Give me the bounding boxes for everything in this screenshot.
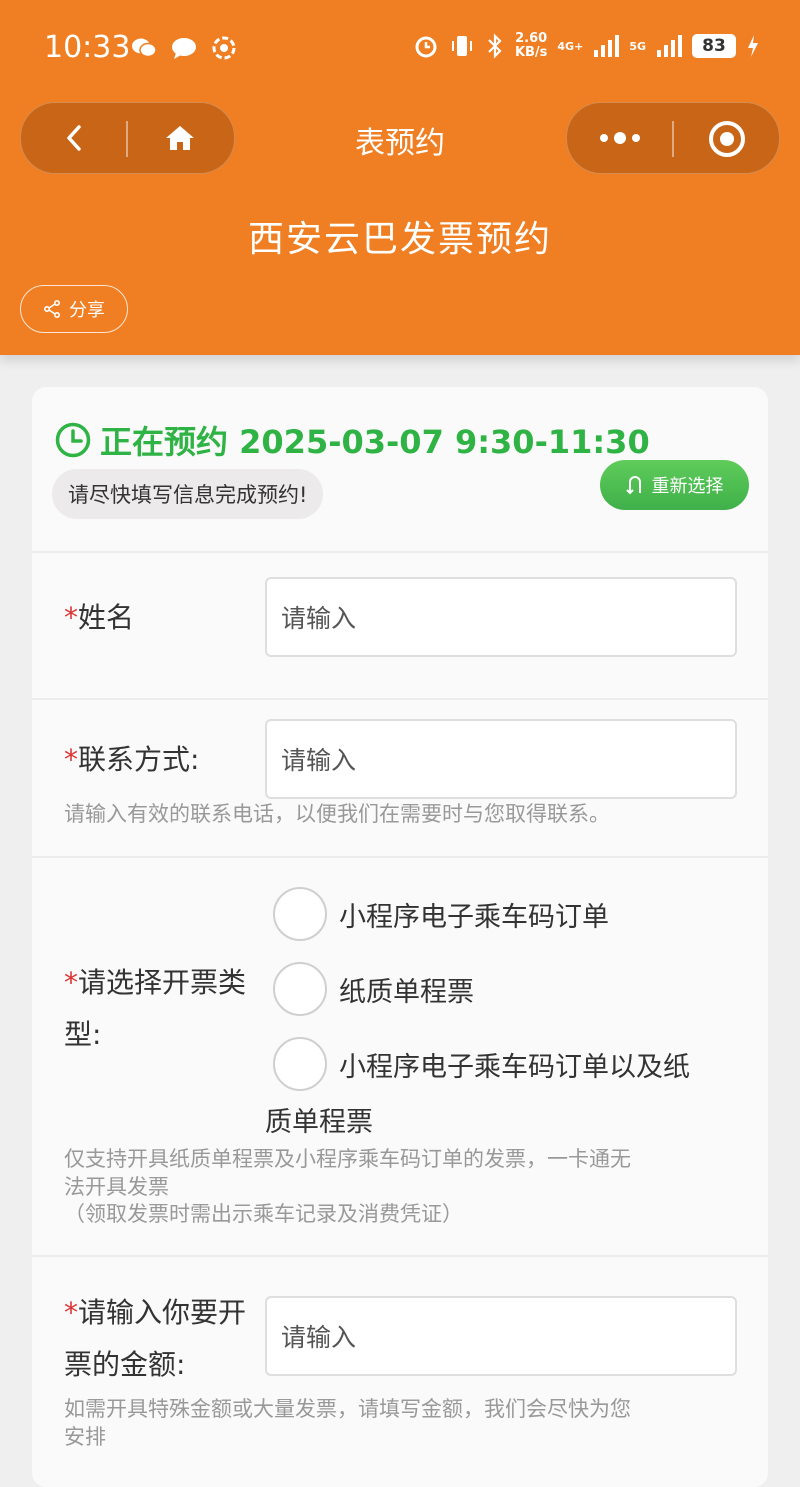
status-bar: 10:33 2.60 KB/s 4G+ 5G 83 xyxy=(0,22,800,78)
amount-label: *请输入你要开 票的金额: xyxy=(64,1287,246,1391)
booking-form-card: 正在预约 2025-03-07 9:30-11:30 请尽快填写信息完成预约! … xyxy=(32,387,768,1487)
amount-hint-2: 安排 xyxy=(64,1425,106,1449)
divider xyxy=(32,1255,768,1257)
signal-type-2: 5G xyxy=(629,39,646,53)
reminder-badge: 请尽快填写信息完成预约! xyxy=(52,469,324,519)
vibrate-icon xyxy=(451,36,472,56)
page-title: 西安云巴发票预约 xyxy=(247,219,552,260)
signal-bars-icon xyxy=(657,35,682,57)
invoice-option-label: 小程序电子乘车码订单以及纸 xyxy=(339,1051,690,1083)
bluetooth-icon xyxy=(488,33,502,59)
net-speed: 2.60 KB/s xyxy=(515,32,547,60)
share-icon xyxy=(43,300,60,318)
radio-button[interactable] xyxy=(273,887,327,941)
contact-input[interactable]: 请输入 xyxy=(265,719,737,799)
signal-type-1: 4G+ xyxy=(557,39,584,53)
message-icon xyxy=(172,38,196,59)
status-right: 2.60 KB/s 4G+ 5G 83 xyxy=(413,32,760,60)
required-mark: * xyxy=(64,966,78,999)
amount-input[interactable]: 请输入 xyxy=(265,1296,737,1376)
close-target-icon[interactable] xyxy=(707,119,747,159)
reselect-button[interactable]: 重新选择 xyxy=(600,460,749,510)
invoice-type-hint-2: 法开具发票 xyxy=(64,1175,169,1199)
radio-button[interactable] xyxy=(273,1037,327,1091)
share-label: 分享 xyxy=(69,300,105,321)
contact-label-text: 联系方式: xyxy=(78,743,200,776)
invoice-option-label: 小程序电子乘车码订单 xyxy=(339,901,609,933)
contact-label: *联系方式: xyxy=(64,734,199,786)
divider xyxy=(32,698,768,700)
invoice-option-1[interactable]: 小程序电子乘车码订单 xyxy=(273,887,609,941)
charging-icon xyxy=(748,35,758,57)
name-label-text: 姓名 xyxy=(78,601,135,634)
divider xyxy=(32,856,768,858)
invoice-option-3-wrap: 质单程票 xyxy=(265,1107,373,1138)
invoice-type-hint-3: （领取发票时需出示乘车记录及消费凭证） xyxy=(64,1202,463,1226)
share-button[interactable]: 分享 xyxy=(20,285,128,333)
contact-hint: 请输入有效的联系电话，以便我们在需要时与您取得联系。 xyxy=(64,802,610,826)
nav-right-capsule xyxy=(566,102,780,174)
divider xyxy=(32,551,768,553)
booking-status-text: 正在预约 2025-03-07 9:30-11:30 xyxy=(100,423,650,461)
radio-button[interactable] xyxy=(273,962,327,1016)
invoice-type-label-line2: 型: xyxy=(64,1018,102,1051)
net-speed-value: 2.60 xyxy=(515,31,548,46)
wechat-icon xyxy=(132,38,157,58)
name-label: *姓名 xyxy=(64,592,134,644)
amount-label-line1: 请输入你要开 xyxy=(78,1296,247,1329)
required-mark: * xyxy=(64,601,78,634)
refresh-icon xyxy=(625,476,641,495)
invoice-type-hint-1: 仅支持开具纸质单程票及小程序乘车码订单的发票，一卡通无 xyxy=(64,1147,631,1171)
header: 10:33 2.60 KB/s 4G+ 5G 83 表预约 西安云巴发票预约 分… xyxy=(0,0,800,355)
net-speed-unit: KB/s xyxy=(514,45,548,60)
clock-icon xyxy=(55,422,91,458)
invoice-option-label: 纸质单程票 xyxy=(339,976,474,1008)
battery-indicator: 83 xyxy=(692,34,736,58)
invoice-option-2[interactable]: 纸质单程票 xyxy=(273,962,474,1016)
amount-label-line2: 票的金额: xyxy=(64,1348,186,1381)
invoice-type-label-line1: 请选择开票类 xyxy=(78,966,247,999)
invoice-type-label: *请选择开票类 型: xyxy=(64,957,246,1061)
name-input[interactable]: 请输入 xyxy=(265,577,737,657)
required-mark: * xyxy=(64,743,78,776)
reselect-label: 重新选择 xyxy=(651,476,724,497)
signal-bars-icon xyxy=(594,35,620,57)
app-notification-icon xyxy=(212,36,236,60)
alarm-icon xyxy=(415,36,437,58)
invoice-option-3[interactable]: 小程序电子乘车码订单以及纸 xyxy=(273,1037,690,1091)
amount-hint-1: 如需开具特殊金额或大量发票，请填写金额，我们会尽快为您 xyxy=(64,1397,631,1421)
booking-status: 正在预约 2025-03-07 9:30-11:30 xyxy=(54,417,650,463)
capsule-divider xyxy=(672,121,674,157)
required-mark: * xyxy=(64,1296,78,1329)
status-left-icons xyxy=(130,34,238,62)
status-time: 10:33 xyxy=(44,30,131,65)
more-icon[interactable] xyxy=(597,127,643,149)
